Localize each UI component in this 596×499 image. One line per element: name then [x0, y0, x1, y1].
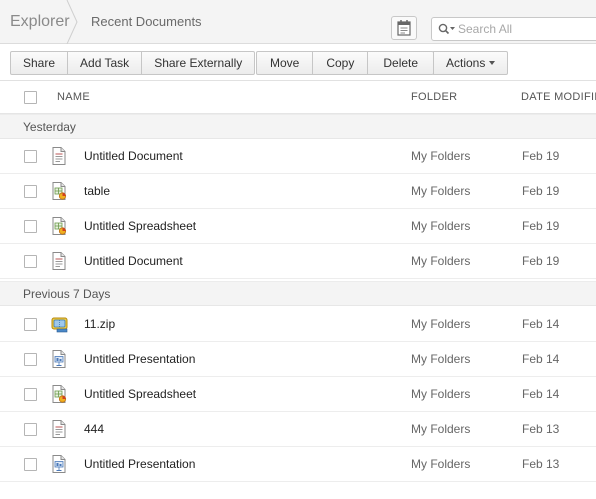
- file-folder[interactable]: My Folders: [411, 412, 470, 446]
- document-icon: [52, 420, 66, 438]
- file-folder[interactable]: My Folders: [411, 377, 470, 411]
- file-name[interactable]: Untitled Spreadsheet: [84, 377, 196, 411]
- file-date: Feb 13: [522, 422, 560, 436]
- select-all-checkbox[interactable]: [24, 91, 37, 104]
- actions-dropdown-button[interactable]: Actions: [433, 51, 509, 75]
- table-row[interactable]: Untitled Presentation My Folders Feb 13: [0, 447, 596, 482]
- spreadsheet-icon: [52, 385, 67, 403]
- file-name[interactable]: Untitled Document: [84, 244, 183, 278]
- file-name[interactable]: Untitled Spreadsheet: [84, 209, 196, 243]
- row-checkbox[interactable]: [24, 255, 37, 268]
- table-row[interactable]: Untitled Spreadsheet My Folders Feb 14: [0, 377, 596, 412]
- breadcrumb-root[interactable]: Explorer: [0, 0, 70, 40]
- document-icon: [52, 147, 66, 165]
- actions-group: Actions: [433, 51, 509, 75]
- presentation-icon: [52, 455, 66, 473]
- row-checkbox[interactable]: [24, 150, 37, 163]
- add-task-button[interactable]: Add Task: [68, 51, 143, 75]
- file-date: Feb 14: [522, 387, 560, 401]
- row-checkbox[interactable]: [24, 318, 37, 331]
- file-name[interactable]: Untitled Presentation: [84, 447, 195, 481]
- chevron-down-icon: [489, 61, 496, 65]
- group-header: Yesterday: [0, 114, 596, 139]
- file-date: Feb 13: [522, 457, 560, 471]
- share-externally-button[interactable]: Share Externally: [142, 51, 256, 75]
- sharing-button-group: Share Add Task Share Externally: [10, 51, 256, 75]
- document-icon: [52, 252, 66, 270]
- file-name[interactable]: 11.zip: [84, 307, 115, 341]
- group-header: Previous 7 Days: [0, 281, 596, 306]
- calendar-icon: [397, 20, 411, 36]
- move-button[interactable]: Move: [256, 51, 314, 75]
- row-checkbox[interactable]: [24, 353, 37, 366]
- table-row[interactable]: 11.zip My Folders Feb 14: [0, 307, 596, 342]
- action-toolbar: Share Add Task Share Externally Move Cop…: [0, 44, 596, 81]
- group-label: Previous 7 Days: [23, 287, 111, 301]
- calendar-button[interactable]: [391, 16, 417, 40]
- spreadsheet-icon: [52, 182, 67, 200]
- file-date: Feb 19: [522, 149, 560, 163]
- header-bar: Explorer Recent Documents: [0, 0, 596, 44]
- file-folder[interactable]: My Folders: [411, 209, 470, 243]
- column-date-modified[interactable]: DATE MODIFIE: [521, 81, 596, 114]
- table-row[interactable]: table My Folders Feb 19: [0, 174, 596, 209]
- table-row[interactable]: Untitled Document My Folders Feb 19: [0, 244, 596, 279]
- file-date: Feb 14: [522, 352, 560, 366]
- column-folder[interactable]: FOLDER: [411, 81, 457, 114]
- file-date: Feb 19: [522, 184, 560, 198]
- file-name[interactable]: table: [84, 174, 110, 208]
- row-checkbox[interactable]: [24, 185, 37, 198]
- share-button[interactable]: Share: [10, 51, 69, 75]
- file-folder[interactable]: My Folders: [411, 139, 470, 173]
- column-name[interactable]: NAME: [57, 81, 90, 114]
- actions-label: Actions: [446, 56, 486, 70]
- file-name[interactable]: Untitled Document: [84, 139, 183, 173]
- breadcrumb-current: Recent Documents: [91, 14, 202, 29]
- table-row[interactable]: 444 My Folders Feb 13: [0, 412, 596, 447]
- column-header: NAME FOLDER DATE MODIFIE: [0, 81, 596, 114]
- search-input[interactable]: [458, 20, 596, 38]
- copy-button[interactable]: Copy: [313, 51, 369, 75]
- delete-button[interactable]: Delete: [368, 51, 435, 75]
- presentation-icon: [52, 350, 66, 368]
- file-date: Feb 14: [522, 317, 560, 331]
- row-checkbox[interactable]: [24, 220, 37, 233]
- group-label: Yesterday: [23, 120, 76, 134]
- spreadsheet-icon: [52, 217, 67, 235]
- file-name[interactable]: 444: [84, 412, 104, 446]
- file-name[interactable]: Untitled Presentation: [84, 342, 195, 376]
- search-box[interactable]: [431, 17, 596, 41]
- file-folder[interactable]: My Folders: [411, 342, 470, 376]
- file-ops-button-group: Move Copy Delete: [256, 51, 435, 75]
- row-checkbox[interactable]: [24, 388, 37, 401]
- file-folder[interactable]: My Folders: [411, 244, 470, 278]
- table-row[interactable]: Untitled Presentation My Folders Feb 14: [0, 342, 596, 377]
- file-folder[interactable]: My Folders: [411, 307, 470, 341]
- table-row[interactable]: Untitled Document My Folders Feb 19: [0, 139, 596, 174]
- zip-icon: [51, 317, 68, 333]
- row-checkbox[interactable]: [24, 458, 37, 471]
- table-row[interactable]: Untitled Spreadsheet My Folders Feb 19: [0, 209, 596, 244]
- row-checkbox[interactable]: [24, 423, 37, 436]
- file-date: Feb 19: [522, 254, 560, 268]
- file-date: Feb 19: [522, 219, 560, 233]
- breadcrumb-separator-icon: [66, 0, 78, 44]
- file-folder[interactable]: My Folders: [411, 447, 470, 481]
- search-icon[interactable]: [438, 23, 456, 35]
- file-folder[interactable]: My Folders: [411, 174, 470, 208]
